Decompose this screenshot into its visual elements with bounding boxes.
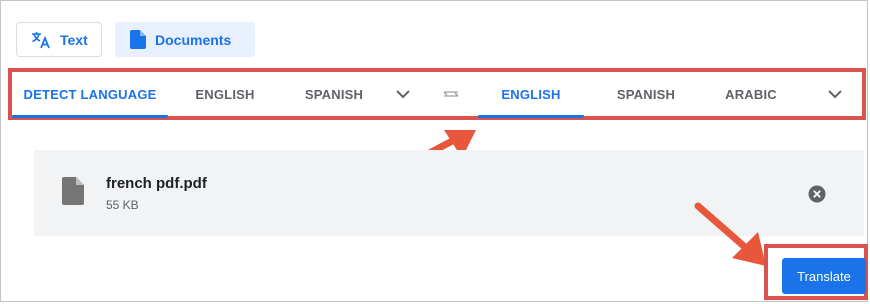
text-mode-label: Text (60, 31, 88, 48)
text-mode-button[interactable]: Text (16, 22, 102, 57)
target-lang-english[interactable]: ENGLISH (478, 72, 584, 118)
close-circle-icon[interactable] (808, 185, 826, 203)
source-lang-label: ENGLISH (195, 86, 255, 102)
source-lang-label: SPANISH (304, 86, 364, 102)
target-lang-label: ENGLISH (501, 86, 561, 102)
translate-highlight: Translate (764, 244, 868, 300)
language-bar: DETECT LANGUAGE ENGLISH SPANISH ENGLISH … (8, 68, 866, 120)
active-tab-underline (478, 115, 584, 118)
source-lang-detect[interactable]: DETECT LANGUAGE (12, 72, 168, 118)
target-lang-spanish[interactable]: SPANISH (598, 72, 694, 116)
translate-button[interactable]: Translate (782, 258, 866, 294)
target-lang-arabic[interactable]: ARABIC (708, 72, 794, 116)
target-lang-label: ARABIC (725, 86, 777, 102)
source-lang-spanish[interactable]: SPANISH (286, 72, 382, 116)
swap-languages-icon[interactable] (440, 85, 462, 103)
active-tab-underline (12, 115, 168, 118)
document-icon (130, 30, 146, 49)
annotation-arrow (694, 202, 766, 266)
translate-icon (31, 31, 51, 49)
file-name: french pdf.pdf (106, 175, 207, 192)
document-icon (62, 177, 84, 205)
documents-mode-label: Documents (155, 31, 232, 48)
target-lang-label: SPANISH (616, 86, 676, 102)
chevron-down-icon[interactable] (826, 85, 844, 103)
source-lang-label: DETECT LANGUAGE (23, 86, 157, 102)
file-size: 55 KB (106, 198, 139, 212)
documents-mode-button[interactable]: Documents (115, 22, 255, 57)
chevron-down-icon[interactable] (394, 85, 412, 103)
source-lang-english[interactable]: ENGLISH (177, 72, 273, 116)
